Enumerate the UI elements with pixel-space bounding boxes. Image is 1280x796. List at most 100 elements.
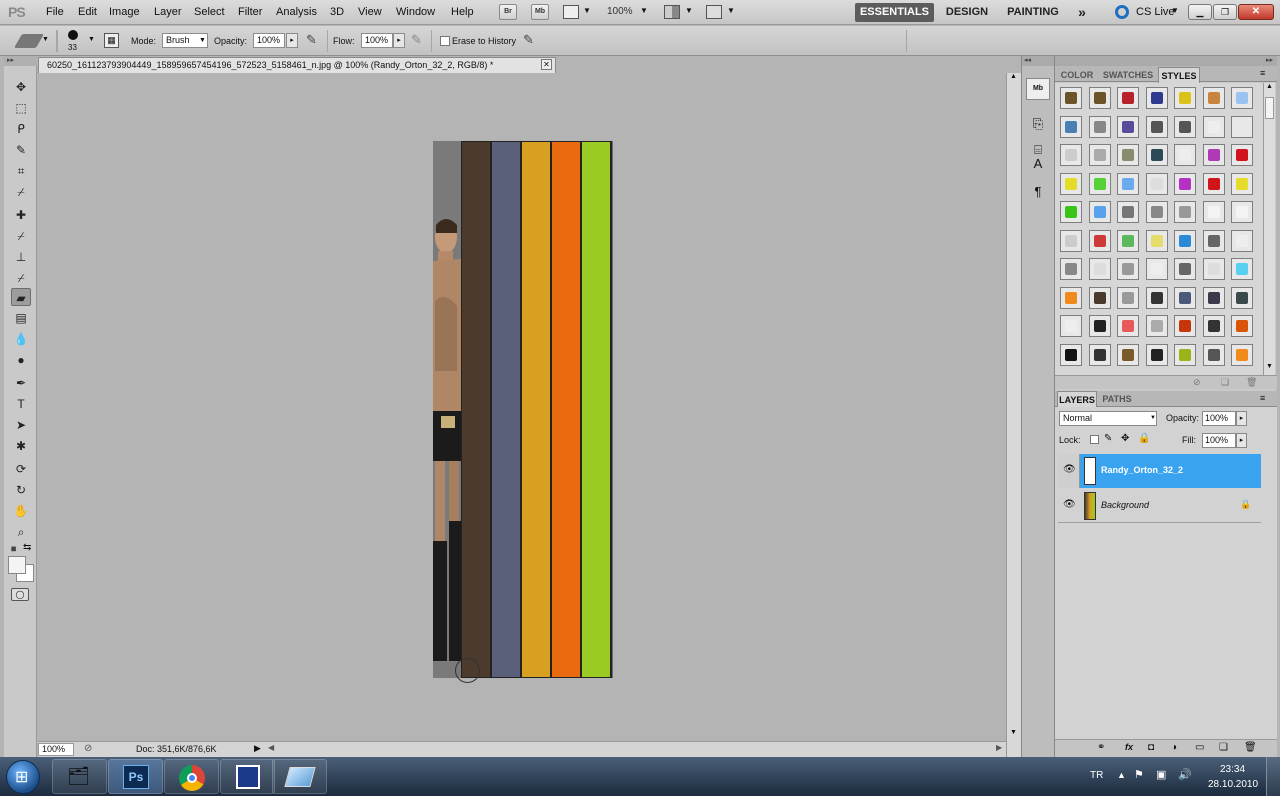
lock-all-icon[interactable]: 🔒 xyxy=(1138,433,1150,444)
chevron-down-icon[interactable]: ▼ xyxy=(1150,415,1156,421)
layer-name[interactable]: Randy_Orton_32_2 xyxy=(1101,465,1183,475)
style-preset[interactable] xyxy=(1117,286,1139,309)
path-selection-tool-icon[interactable]: ➤ xyxy=(11,416,31,434)
style-preset[interactable] xyxy=(1060,343,1082,366)
layer-row-randy[interactable]: 👁 Randy_Orton_32_2 xyxy=(1058,454,1261,488)
status-menu-icon[interactable]: ▶ xyxy=(254,743,261,754)
style-preset[interactable] xyxy=(1145,258,1168,280)
chevron-down-icon[interactable]: ▼ xyxy=(640,6,648,15)
fill-slider-icon[interactable]: ▸ xyxy=(1236,433,1247,448)
start-button[interactable]: ⊞ xyxy=(6,760,40,794)
3d-orbit-tool-icon[interactable]: ↻ xyxy=(11,481,31,499)
style-preset[interactable] xyxy=(1202,144,1225,166)
tab-paths[interactable]: PATHS xyxy=(1099,391,1135,407)
menu-filter[interactable]: Filter xyxy=(238,6,262,18)
style-preset[interactable] xyxy=(1117,315,1139,337)
style-preset[interactable] xyxy=(1174,172,1196,195)
style-preset[interactable] xyxy=(1088,144,1111,166)
style-preset[interactable] xyxy=(1202,258,1225,280)
lock-pixels-icon[interactable]: ✎ xyxy=(1104,433,1112,444)
style-preset[interactable] xyxy=(1202,315,1225,337)
workspace-design[interactable]: DESIGN xyxy=(941,3,993,22)
style-preset[interactable] xyxy=(1088,258,1111,280)
menu-edit[interactable]: Edit xyxy=(78,6,97,18)
taskbar-explorer[interactable]: 🗂 xyxy=(52,759,107,794)
style-preset[interactable] xyxy=(1174,115,1196,138)
style-preset[interactable] xyxy=(1060,172,1082,195)
brush-preview-icon[interactable] xyxy=(68,30,78,40)
opacity-slider-icon[interactable]: ▸ xyxy=(286,33,298,48)
style-preset[interactable] xyxy=(1202,343,1225,366)
style-preset[interactable] xyxy=(1231,229,1253,252)
style-preset[interactable] xyxy=(1202,172,1225,195)
eye-icon[interactable]: 👁 xyxy=(1063,499,1076,510)
status-icon[interactable]: ⊘ xyxy=(84,743,92,754)
character-panel-icon[interactable]: A xyxy=(1026,156,1050,178)
link-layers-icon[interactable]: ⚭ xyxy=(1097,742,1105,753)
menu-window[interactable]: Window xyxy=(396,6,435,18)
menu-help[interactable]: Help xyxy=(451,6,474,18)
layer-effects-icon[interactable]: fx xyxy=(1125,742,1133,752)
menu-image[interactable]: Image xyxy=(109,6,140,18)
fill-input[interactable]: 100% xyxy=(1202,433,1236,448)
chevron-down-icon[interactable]: ▼ xyxy=(88,36,95,43)
style-preset[interactable] xyxy=(1060,258,1082,280)
opacity-slider-icon[interactable]: ▸ xyxy=(1236,411,1247,426)
style-preset[interactable] xyxy=(1231,172,1253,195)
tab-swatches[interactable]: SWATCHES xyxy=(1099,67,1157,83)
quick-select-tool-icon[interactable]: ✎ xyxy=(11,141,31,159)
style-preset[interactable] xyxy=(1174,343,1196,366)
style-preset[interactable] xyxy=(1088,343,1111,366)
style-preset[interactable] xyxy=(1174,229,1196,252)
blend-mode-select[interactable]: Normal xyxy=(1059,411,1157,426)
style-preset[interactable] xyxy=(1117,229,1139,252)
style-preset[interactable] xyxy=(1117,87,1139,109)
taskbar-app[interactable] xyxy=(220,759,275,794)
blur-tool-icon[interactable]: 💧 xyxy=(11,330,31,348)
crop-tool-icon[interactable]: ⌗ xyxy=(11,162,31,180)
cs-live-label[interactable]: CS Live xyxy=(1136,6,1175,18)
style-preset[interactable] xyxy=(1202,286,1225,309)
group-layers-icon[interactable]: ▭ xyxy=(1195,742,1204,753)
style-preset[interactable] xyxy=(1231,286,1253,309)
eraser-tool-icon[interactable] xyxy=(13,34,45,48)
style-preset[interactable] xyxy=(1117,172,1139,195)
zoom-field[interactable]: 100% xyxy=(38,743,74,756)
document-canvas[interactable] xyxy=(433,141,613,678)
chevron-down-icon[interactable]: ▼ xyxy=(727,6,735,15)
style-preset[interactable] xyxy=(1088,115,1111,138)
style-preset[interactable] xyxy=(1088,229,1111,252)
menu-select[interactable]: Select xyxy=(194,6,225,18)
clear-style-icon[interactable]: ⊘ xyxy=(1193,377,1201,388)
style-preset[interactable] xyxy=(1231,258,1253,280)
brush-panel-icon[interactable]: ▦ xyxy=(104,33,119,48)
taskbar-chrome[interactable] xyxy=(164,759,219,794)
style-preset[interactable] xyxy=(1231,87,1253,109)
workspace-more-button[interactable]: » xyxy=(1071,3,1093,22)
scroll-left-icon[interactable]: ◀ xyxy=(268,743,274,752)
style-preset[interactable] xyxy=(1231,201,1253,223)
tab-layers[interactable]: LAYERS xyxy=(1057,391,1097,407)
panel-expand-icon[interactable]: ▸▸ xyxy=(1055,56,1277,66)
taskbar-photoshop[interactable]: Ps xyxy=(108,759,163,794)
scroll-down-icon[interactable]: ▼ xyxy=(1266,363,1273,370)
style-preset[interactable] xyxy=(1174,315,1196,337)
new-layer-icon[interactable]: ❏ xyxy=(1219,742,1228,753)
flow-input[interactable]: 100% xyxy=(361,33,393,48)
style-preset[interactable] xyxy=(1174,87,1196,109)
style-preset[interactable] xyxy=(1202,115,1225,138)
style-preset[interactable] xyxy=(1174,201,1196,223)
style-preset[interactable] xyxy=(1060,229,1082,252)
chevron-down-icon[interactable]: ▼ xyxy=(42,36,49,43)
volume-icon[interactable]: 🔊 xyxy=(1178,768,1192,781)
lock-transparency-icon[interactable] xyxy=(1090,435,1099,444)
style-preset[interactable] xyxy=(1060,315,1082,337)
scroll-right-icon[interactable]: ▶ xyxy=(996,743,1002,752)
style-preset[interactable] xyxy=(1088,315,1111,337)
workspace-painting[interactable]: PAINTING xyxy=(1002,3,1064,22)
style-preset[interactable] xyxy=(1088,172,1111,195)
menu-view[interactable]: View xyxy=(358,6,382,18)
style-preset[interactable] xyxy=(1231,343,1253,366)
eyedropper-tool-icon[interactable]: ⌿ xyxy=(11,183,31,201)
swap-colors-icon[interactable]: ⇆ xyxy=(23,542,31,553)
